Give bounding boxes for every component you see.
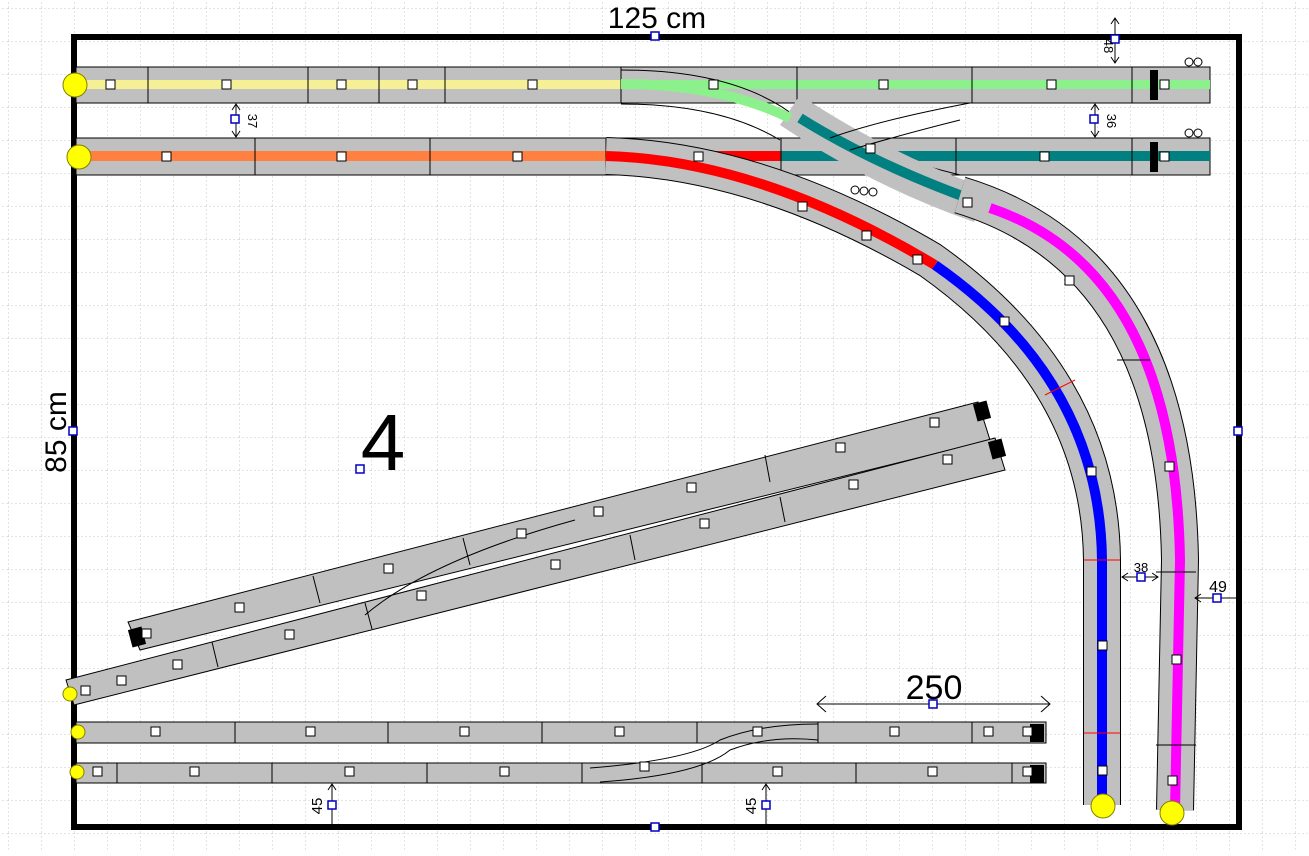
svg-text:38: 38 [1134,560,1148,575]
svg-text:48: 48 [1101,39,1116,53]
svg-text:45: 45 [309,798,326,815]
svg-text:45: 45 [743,798,760,815]
yellow-route [76,80,621,89]
svg-text:250: 250 [906,669,963,707]
bottom-track-1[interactable] [75,721,1047,744]
svg-text:49: 49 [1209,579,1227,596]
track-plan-canvas[interactable]: 125 cm 85 cm 4 48 37 36 38 49 250 45 45 [0,0,1309,851]
svg-text:36: 36 [1104,114,1119,128]
board-width-label: 125 cm [608,2,706,35]
layout-number: 4 [361,398,406,487]
svg-text:37: 37 [245,114,260,128]
bottom-track-2[interactable] [75,762,1047,784]
board-height-label: 85 cm [40,391,73,473]
